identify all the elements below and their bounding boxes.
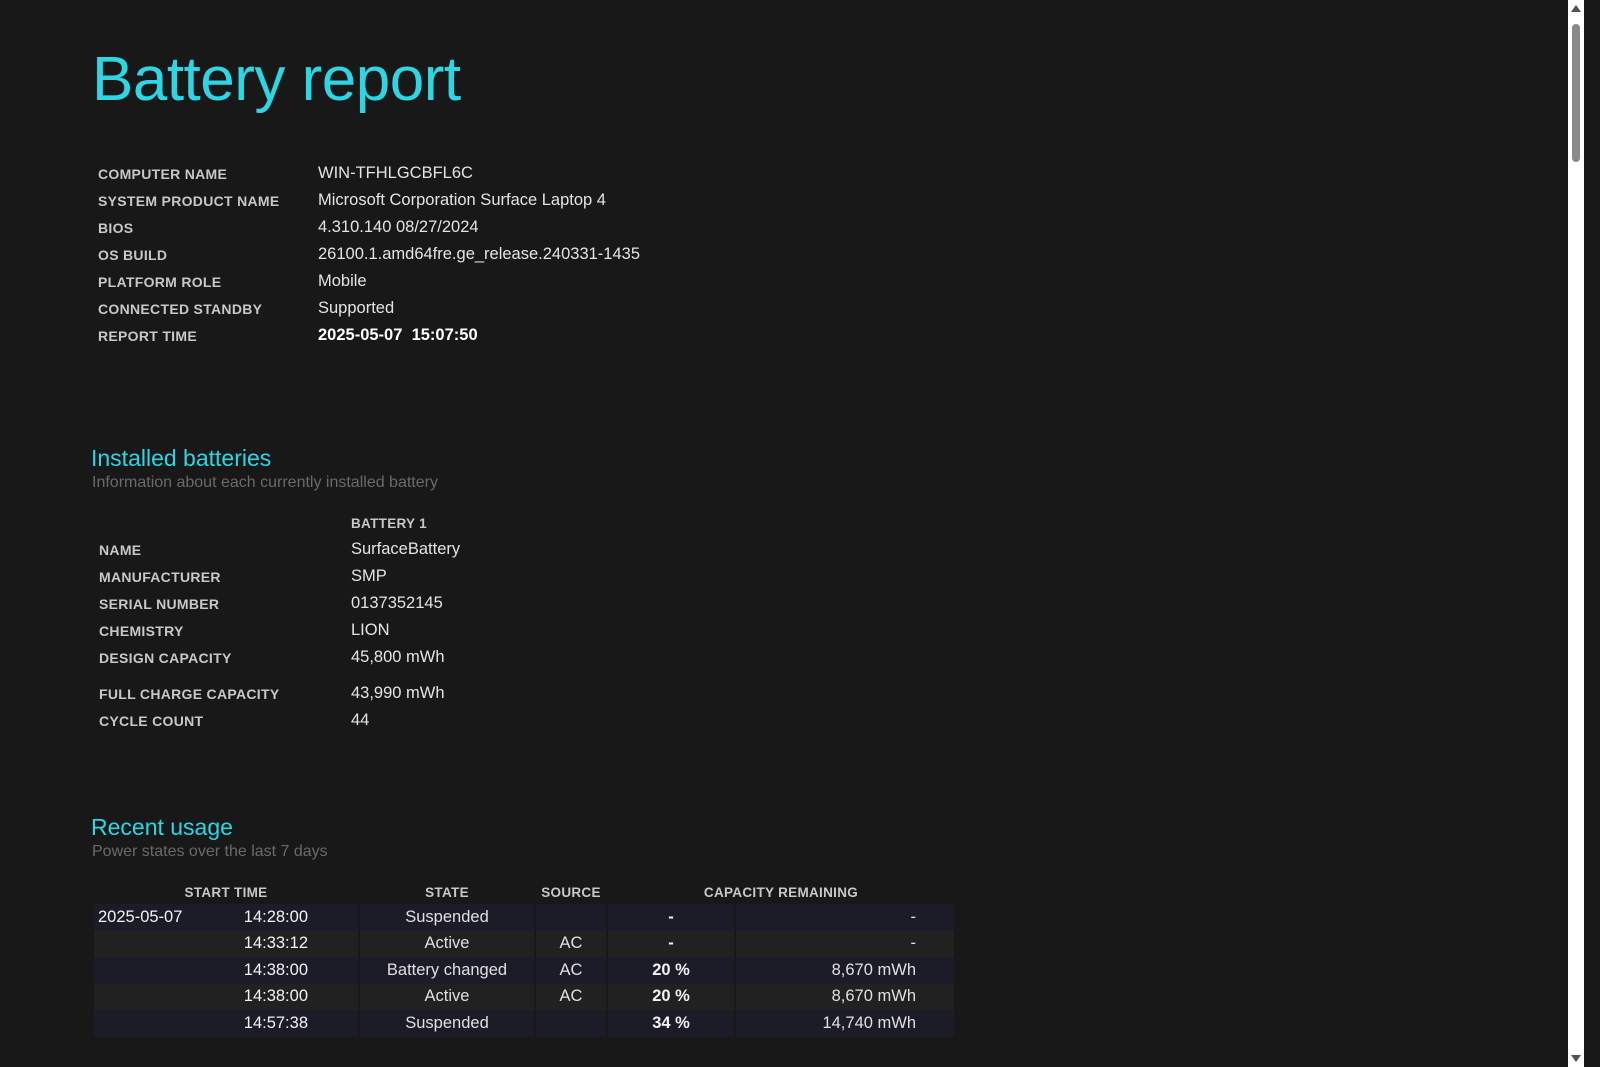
connected-standby-label: CONNECTED STANDBY <box>98 300 263 317</box>
system-info-row: SYSTEM PRODUCT NAME Microsoft Corporatio… <box>98 187 640 214</box>
battery-info-row: DESIGN CAPACITY 45,800 mWh <box>99 644 460 671</box>
platform-role-label: PLATFORM ROLE <box>98 273 222 290</box>
battery-info-row: MANUFACTURER SMP <box>99 563 460 590</box>
full-charge-capacity-label: FULL CHARGE CAPACITY <box>99 685 280 702</box>
system-info-row: OS BUILD 26100.1.amd64fre.ge_release.240… <box>98 241 640 268</box>
capacity-mwh-cell: 8,670 mWh <box>736 983 954 1010</box>
start-time: 14:38:00 <box>243 987 308 1006</box>
capacity-mwh-cell: 8,670 mWh <box>736 957 954 984</box>
battery-info-row: SERIAL NUMBER 0137352145 <box>99 590 460 617</box>
battery-info-row: FULL CHARGE CAPACITY 43,990 mWh <box>99 680 460 707</box>
usage-row: 14:33:12 Active AC - - <box>94 930 954 957</box>
manufacturer-label: MANUFACTURER <box>99 568 221 585</box>
start-time-cell: 14:33:12 <box>94 930 358 957</box>
capacity-remaining-header: CAPACITY REMAINING <box>703 884 859 900</box>
recent-usage-header-row: START TIME STATE SOURCE CAPACITY REMAINI… <box>94 880 954 904</box>
capacity-mwh-cell: - <box>736 930 954 957</box>
source-cell <box>536 904 606 931</box>
state-cell: Suspended <box>360 904 534 931</box>
installed-batteries-heading: Installed batteries <box>91 445 272 471</box>
capacity-mwh-cell: - <box>736 904 954 931</box>
state-cell: Active <box>360 930 534 957</box>
recent-usage-heading: Recent usage <box>91 814 233 840</box>
battery-report-page: Battery report COMPUTER NAME WIN-TFHLGCB… <box>0 0 1584 1067</box>
start-time: 14:57:38 <box>243 1013 308 1032</box>
chemistry-value: LION <box>351 621 390 639</box>
battery-1-column-header: BATTERY 1 <box>351 516 427 531</box>
capacity-percent-cell: 20 % <box>608 983 734 1010</box>
capacity-percent-cell: - <box>608 904 734 931</box>
scrollbar-thumb[interactable] <box>1572 24 1580 162</box>
serial-number-label: SERIAL NUMBER <box>99 595 220 612</box>
bios-value: 4.310.140 08/27/2024 <box>318 218 479 236</box>
capacity-percent-cell: 34 % <box>608 1010 734 1037</box>
system-info-row: CONNECTED STANDBY Supported <box>98 295 640 322</box>
state-cell: Suspended <box>360 1010 534 1037</box>
connected-standby-value: Supported <box>318 299 395 317</box>
system-info-row: COMPUTER NAME WIN-TFHLGCBFL6C <box>98 160 640 187</box>
os-build-value: 26100.1.amd64fre.ge_release.240331-1435 <box>318 245 641 263</box>
installed-batteries-subtitle: Information about each currently install… <box>92 474 438 491</box>
start-time: 14:28:00 <box>243 907 308 926</box>
chemistry-label: CHEMISTRY <box>99 622 184 639</box>
os-build-label: OS BUILD <box>98 246 168 263</box>
cycle-count-value: 44 <box>351 711 370 729</box>
start-time-cell: 14:57:38 <box>94 1010 358 1037</box>
recent-usage-subtitle: Power states over the last 7 days <box>92 843 328 860</box>
state-cell: Battery changed <box>360 957 534 984</box>
scroll-down-arrow-icon[interactable] <box>1571 1055 1581 1062</box>
serial-number-value: 0137352145 <box>351 594 443 612</box>
source-cell: AC <box>536 930 606 957</box>
capacity-percent-cell: 20 % <box>608 957 734 984</box>
manufacturer-value: SMP <box>351 567 387 585</box>
battery-name-label: NAME <box>99 541 142 558</box>
usage-row: 14:38:00 Active AC 20 % 8,670 mWh <box>94 983 954 1010</box>
bios-label: BIOS <box>98 219 134 236</box>
page-title: Battery report <box>92 45 461 114</box>
start-time-cell: 14:38:00 <box>94 983 358 1010</box>
system-info-row: REPORT TIME 2025-05-07 15:07:50 <box>98 322 640 349</box>
battery-info-row: CHEMISTRY LION <box>99 617 460 644</box>
scroll-up-arrow-icon[interactable] <box>1571 5 1581 12</box>
report-time-label: REPORT TIME <box>98 327 197 344</box>
source-cell: AC <box>536 983 606 1010</box>
state-header: STATE <box>425 884 469 900</box>
computer-name-label: COMPUTER NAME <box>98 165 228 182</box>
design-capacity-label: DESIGN CAPACITY <box>99 649 232 666</box>
usage-row: 2025-05-07 14:28:00 Suspended - - <box>94 904 954 931</box>
source-header: SOURCE <box>541 884 601 900</box>
computer-name-value: WIN-TFHLGCBFL6C <box>318 164 473 182</box>
battery-info-row: CYCLE COUNT 44 <box>99 707 460 734</box>
system-info-table: COMPUTER NAME WIN-TFHLGCBFL6C SYSTEM PRO… <box>98 160 640 349</box>
usage-row: 14:38:00 Battery changed AC 20 % 8,670 mWh <box>94 957 954 984</box>
row-spacer <box>99 671 460 680</box>
design-capacity-value: 45,800 mWh <box>351 648 445 666</box>
recent-usage-body: 2025-05-07 14:28:00 Suspended - - 14:33:12 Act… <box>94 904 954 1037</box>
capacity-mwh-cell: 14,740 mWh <box>736 1010 954 1037</box>
capacity-percent-cell: - <box>608 930 734 957</box>
system-product-name-value: Microsoft Corporation Surface Laptop 4 <box>318 191 606 209</box>
cycle-count-label: CYCLE COUNT <box>99 712 204 729</box>
platform-role-value: Mobile <box>318 272 367 290</box>
source-cell <box>536 1010 606 1037</box>
full-charge-capacity-value: 43,990 mWh <box>351 684 445 702</box>
system-product-name-label: SYSTEM PRODUCT NAME <box>98 192 280 209</box>
start-time-cell: 14:38:00 <box>94 957 358 984</box>
system-info-row: PLATFORM ROLE Mobile <box>98 268 640 295</box>
recent-usage-table: START TIME STATE SOURCE CAPACITY REMAINI… <box>92 880 956 1037</box>
state-cell: Active <box>360 983 534 1010</box>
usage-row: 14:57:38 Suspended 34 % 14,740 mWh <box>94 1010 954 1037</box>
start-time: 14:38:00 <box>243 960 308 979</box>
report-time-value: 2025-05-07 15:07:50 <box>318 326 478 344</box>
system-info-row: BIOS 4.310.140 08/27/2024 <box>98 214 640 241</box>
start-time: 14:33:12 <box>243 934 308 953</box>
battery-info-row: NAME SurfaceBattery <box>99 536 460 563</box>
start-time-cell: 2025-05-07 14:28:00 <box>94 904 358 931</box>
source-cell: AC <box>536 957 606 984</box>
start-time-header: START TIME <box>184 884 268 900</box>
battery-info-table: NAME SurfaceBattery MANUFACTURER SMP SER… <box>99 536 460 734</box>
battery-name-value: SurfaceBattery <box>351 540 461 558</box>
vertical-scrollbar[interactable] <box>1568 0 1584 1067</box>
start-date: 2025-05-07 <box>98 907 183 926</box>
